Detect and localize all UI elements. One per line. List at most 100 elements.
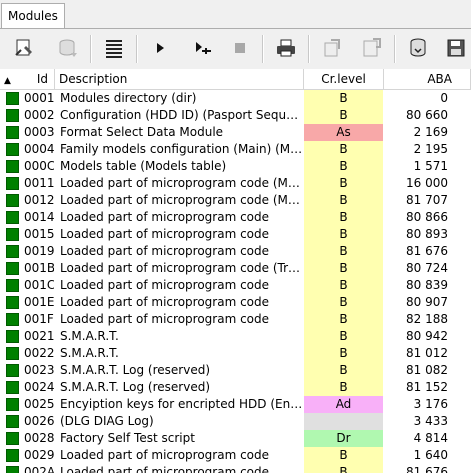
table-header: ▲ Id Description Cr.level ABA [0,69,471,90]
module-status-icon[interactable] [6,313,19,326]
database-read-button[interactable] [56,36,80,60]
cell-id: 0001 [24,91,54,105]
stop-button[interactable] [228,36,252,60]
table-row[interactable]: 0028 Factory Self Test script Dr 4 814 [0,430,471,447]
table-row[interactable]: 0026 (DLG DIAG Log) 3 433 [0,413,471,430]
table-row[interactable]: 0015 Loaded part of microprogram code B 80 … [0,226,471,243]
module-status-icon[interactable] [6,160,19,173]
module-status-icon[interactable] [6,143,19,156]
table-row[interactable]: 0003 Format Select Data Module As 2 169 [0,124,471,141]
table-row[interactable]: 001F Loaded part of microprogram code B 82 … [0,311,471,328]
module-status-icon[interactable] [6,177,19,190]
module-status-icon[interactable] [6,330,19,343]
save-disk-button[interactable] [444,36,468,60]
cell-level: As [304,124,383,141]
module-status-icon[interactable] [6,194,19,207]
cell-description: Loaded part of microprogram code [60,278,270,292]
cell-description: S.M.A.R.T. [60,329,119,343]
module-status-icon[interactable] [6,449,19,462]
cell-description: Loaded part of microprogram code [60,295,270,309]
column-label-level: Cr.level [321,72,366,86]
module-status-icon[interactable] [6,381,19,394]
cell-description: Loaded part of microprogram code (Main .… [60,176,303,190]
module-edit-button[interactable] [12,36,36,60]
table-row[interactable]: 0025 Encyiption keys for encripted HDD (E… [0,396,471,413]
play-button[interactable] [148,36,172,60]
table-row[interactable]: 0002 Configuration (HDD ID) (Pasport Sequ… [0,107,471,124]
module-status-icon[interactable] [6,466,19,473]
cell-id: 001C [24,278,54,292]
cell-id: 0021 [24,329,54,343]
table-row[interactable]: 0001 Modules directory (dir) B 0 [0,90,471,107]
cell-id: 0011 [24,176,54,190]
copy-module-button[interactable] [320,36,344,60]
table-row[interactable]: 0024 S.M.A.R.T. Log (reserved) B 81 152 [0,379,471,396]
cell-level: B [304,294,383,311]
module-status-icon[interactable] [6,126,19,139]
cell-aba: 80 724 [406,261,448,275]
copy-module-icon [324,39,340,57]
cell-description: S.M.A.R.T. Log (reserved) [60,380,211,394]
module-status-icon[interactable] [6,211,19,224]
module-status-icon[interactable] [6,245,19,258]
cell-aba: 81 152 [406,380,448,394]
table-row[interactable]: 0012 Loaded part of microprogram code (Ma… [0,192,471,209]
step-button[interactable] [190,36,214,60]
table-row[interactable]: 0022 S.M.A.R.T. B 81 012 [0,345,471,362]
cell-aba: 3 176 [413,397,448,411]
tab-modules[interactable]: Modules [1,3,65,28]
module-status-icon[interactable] [6,296,19,309]
module-status-icon[interactable] [6,398,19,411]
module-status-icon[interactable] [6,347,19,360]
column-header-id[interactable]: ▲ Id [0,69,55,89]
cell-level: B [304,243,383,260]
table-body: 0001 Modules directory (dir) B 0 0002 Configu… [0,90,471,473]
cell-level: B [304,209,383,226]
cell-id: 0024 [24,380,54,394]
print-button[interactable] [274,36,298,60]
cell-aba: 81 676 [406,465,448,473]
cell-description: Loaded part of microprogram code [60,227,270,241]
cell-id: 002A [24,465,54,473]
table-row[interactable]: 000C Models table (Models table) B 1 571 [0,158,471,175]
print-icon [277,39,295,57]
table-row[interactable]: 001C Loaded part of microprogram code B 80 … [0,277,471,294]
save-module-button[interactable] [406,36,430,60]
table-row[interactable]: 0023 S.M.A.R.T. Log (reserved) B 81 082 [0,362,471,379]
module-status-icon[interactable] [6,432,19,445]
module-status-icon[interactable] [6,364,19,377]
cell-level: B [304,90,383,107]
cell-aba: 80 660 [406,108,448,122]
cell-description: (DLG DIAG Log) [60,414,154,428]
table-row[interactable]: 001B Loaded part of microprogram code (Tr… [0,260,471,277]
cell-level: B [304,158,383,175]
cell-aba: 0 [440,91,448,105]
module-status-icon[interactable] [6,279,19,292]
column-header-aba[interactable]: ABA [384,69,471,89]
cell-level: B [304,175,383,192]
table-row[interactable]: 0021 S.M.A.R.T. B 80 942 [0,328,471,345]
column-label-description: Description [59,72,128,86]
list-view-button[interactable] [102,36,126,60]
cell-description: Modules directory (dir) [60,91,197,105]
table-row[interactable]: 0019 Loaded part of microprogram code B 81 … [0,243,471,260]
table-row[interactable]: 0029 Loaded part of microprogram code B 1 6… [0,447,471,464]
column-header-description[interactable]: Description [55,69,304,89]
table-row[interactable]: 001E Loaded part of microprogram code B 80 … [0,294,471,311]
module-status-icon[interactable] [6,109,19,122]
module-status-icon[interactable] [6,415,19,428]
table-row[interactable]: 002A Loaded part of microprogram code B 81 … [0,464,471,473]
cell-level [304,413,383,430]
paste-module-button[interactable] [360,36,384,60]
cell-id: 0019 [24,244,54,258]
tab-strip: Modules [0,0,471,29]
cell-id: 0015 [24,227,54,241]
table-row[interactable]: 0004 Family models configuration (Main) (… [0,141,471,158]
table-row[interactable]: 0011 Loaded part of microprogram code (Ma… [0,175,471,192]
module-status-icon[interactable] [6,262,19,275]
module-status-icon[interactable] [6,92,19,105]
cell-aba: 1 571 [413,159,448,173]
table-row[interactable]: 0014 Loaded part of microprogram code B 80 … [0,209,471,226]
column-header-level[interactable]: Cr.level [304,69,384,89]
module-status-icon[interactable] [6,228,19,241]
